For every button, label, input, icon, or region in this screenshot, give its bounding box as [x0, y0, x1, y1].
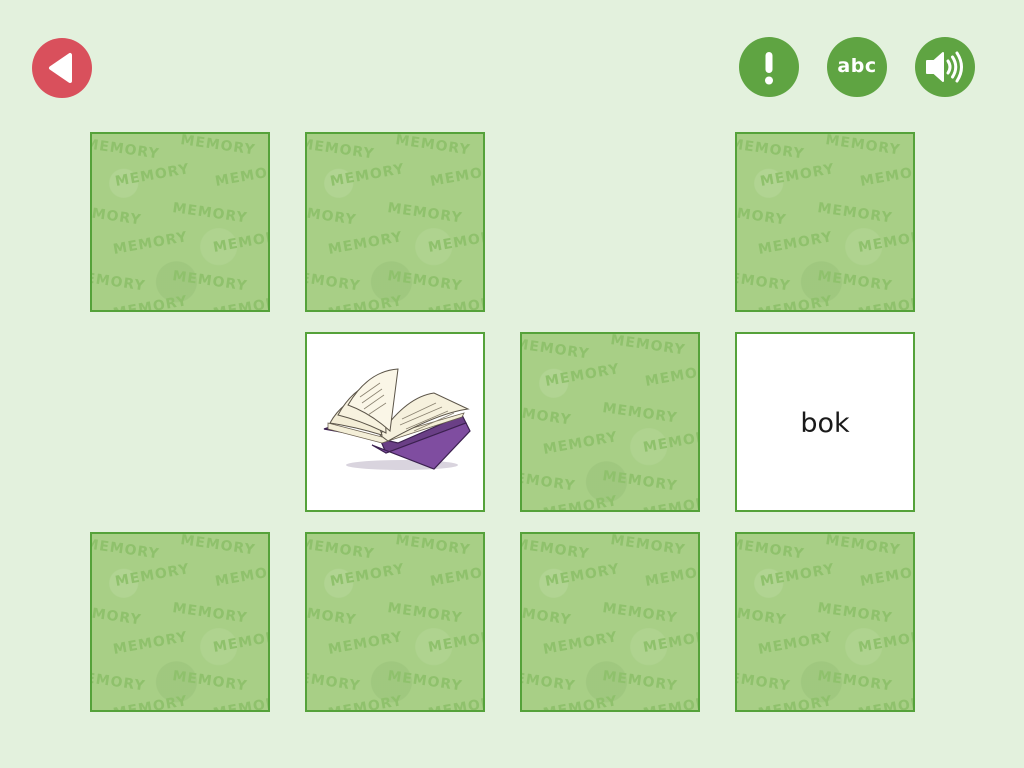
card-word: bok [800, 407, 850, 439]
memory-card-back [522, 534, 698, 710]
memory-card-back [307, 534, 483, 710]
memory-card-back [307, 134, 483, 310]
card-hidden[interactable] [90, 132, 270, 312]
abc-label: abc [837, 54, 877, 77]
text-toggle-button[interactable]: abc [827, 37, 887, 97]
card-hidden[interactable] [90, 532, 270, 712]
card-hidden[interactable] [520, 532, 700, 712]
memory-card-back [737, 534, 913, 710]
memory-card-back [92, 134, 268, 310]
card-hidden[interactable] [305, 132, 485, 312]
speaker-icon [926, 51, 963, 83]
card-hidden[interactable] [520, 332, 700, 512]
open-book-image [323, 368, 471, 470]
card-revealed-image[interactable] [305, 332, 485, 512]
memory-board: bok [90, 132, 915, 714]
card-hidden[interactable] [305, 532, 485, 712]
memory-card-back [522, 334, 698, 510]
card-hidden[interactable] [735, 532, 915, 712]
hint-button[interactable] [739, 37, 799, 97]
card-revealed-word[interactable]: bok [735, 332, 915, 512]
sound-button[interactable] [915, 37, 975, 97]
back-arrow-icon [49, 53, 72, 83]
memory-card-back [737, 134, 913, 310]
card-hidden[interactable] [735, 132, 915, 312]
exclamation-icon [765, 52, 773, 85]
memory-card-back [92, 534, 268, 710]
back-button[interactable] [32, 38, 92, 98]
